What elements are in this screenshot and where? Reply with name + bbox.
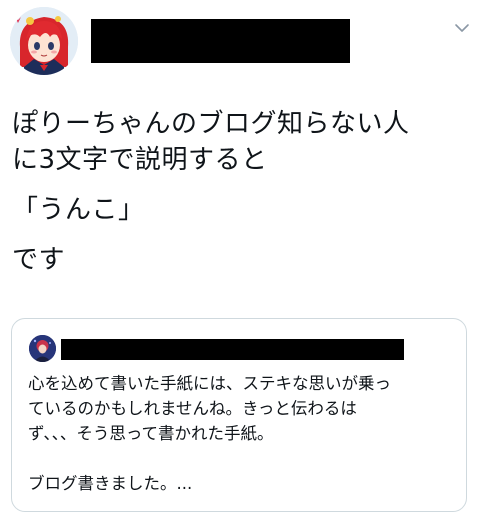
quoted-line: ず、、、そう思って書かれた手紙。 <box>28 424 274 443</box>
tweet-body: ぽりーちゃんのブログ知らない人 に3文字で説明すると 「うんこ」 です <box>12 106 472 278</box>
quoted-line: ブログ書きました。... <box>28 474 193 493</box>
quoted-line-blank <box>28 446 458 471</box>
tweet-line: 「うんこ」 <box>12 195 145 225</box>
author-name-redacted <box>91 19 350 63</box>
author-avatar[interactable] <box>10 7 78 75</box>
quoted-tweet-body: 心を込めて書いた手紙には、ステキな思いが乗っ ているのかもしれませんね。きっと伝… <box>28 371 458 496</box>
quoted-tweet-card[interactable]: 心を込めて書いた手紙には、ステキな思いが乗っ ているのかもしれませんね。きっと伝… <box>11 318 467 512</box>
tweet-line: ぽりーちゃんのブログ知らない人 <box>12 109 410 139</box>
tweet-line: です <box>12 245 66 275</box>
quoted-line: 心を込めて書いた手紙には、ステキな思いが乗っ <box>28 374 391 393</box>
quoted-author-name-redacted <box>61 339 404 360</box>
tweet-line: に3文字で説明すると <box>12 145 268 175</box>
quoted-author-avatar[interactable] <box>29 335 56 362</box>
quoted-line: ているのかもしれませんね。きっと伝わるは <box>28 399 357 418</box>
chevron-down-icon[interactable] <box>452 18 472 38</box>
